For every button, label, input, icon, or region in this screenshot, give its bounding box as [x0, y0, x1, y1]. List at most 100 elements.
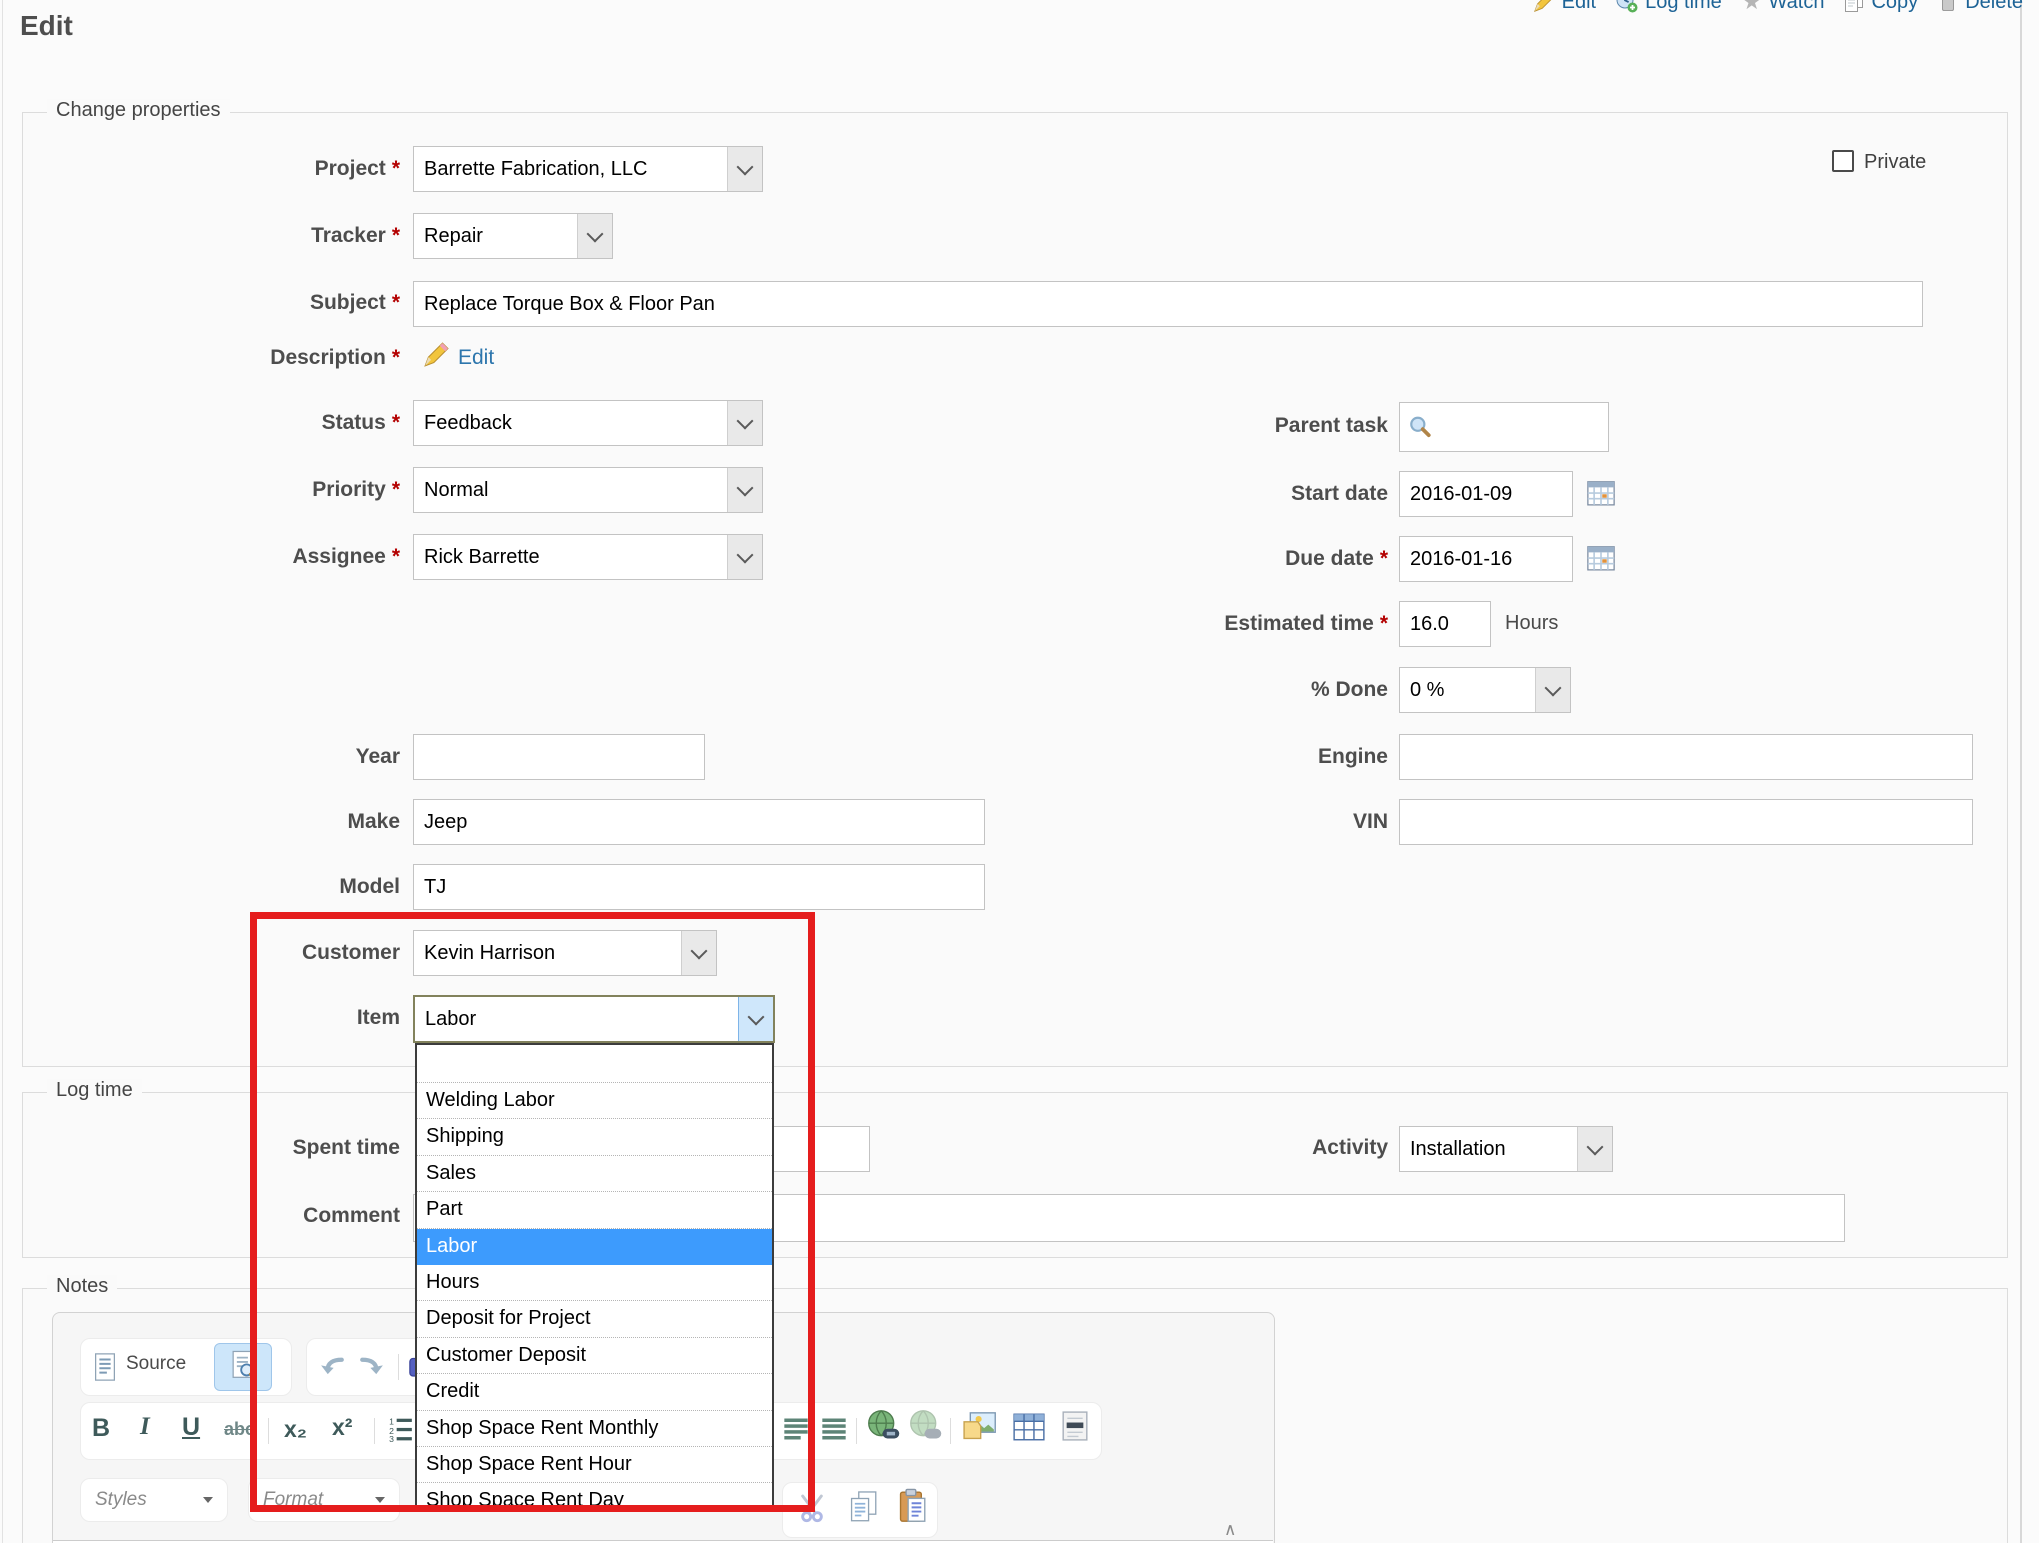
source-doc-icon: [92, 1352, 118, 1382]
item-option[interactable]: Shop Space Rent Hour: [417, 1447, 772, 1483]
italic-icon[interactable]: I: [140, 1413, 150, 1441]
cut-icon[interactable]: [796, 1492, 828, 1524]
item-option-selected[interactable]: Labor: [417, 1229, 772, 1265]
strikethrough-icon[interactable]: abc: [224, 1419, 255, 1440]
private-checkbox[interactable]: [1832, 150, 1854, 172]
required-asterisk: *: [1380, 612, 1388, 635]
justify-icon[interactable]: [782, 1416, 810, 1442]
item-select[interactable]: Labor: [413, 995, 775, 1043]
preview-button[interactable]: [214, 1343, 272, 1391]
required-asterisk: *: [392, 411, 400, 434]
unlink-icon[interactable]: [908, 1408, 944, 1444]
subject-input[interactable]: Replace Torque Box & Floor Pan: [413, 281, 1923, 327]
comment-label: Comment: [120, 1203, 400, 1229]
percent-done-select[interactable]: 0 %: [1399, 667, 1571, 713]
engine-input[interactable]: [1399, 734, 1973, 780]
required-asterisk: *: [392, 478, 400, 501]
chevron-down-icon: [1535, 668, 1570, 712]
link-icon[interactable]: [866, 1408, 902, 1444]
clock-plus-icon: [1616, 0, 1638, 13]
pencil-icon: [423, 342, 449, 368]
copy-action-link[interactable]: Copy: [1844, 0, 1918, 14]
numbered-list-icon[interactable]: 123: [388, 1416, 414, 1442]
calendar-icon[interactable]: [1586, 543, 1616, 573]
project-select[interactable]: Barrette Fabrication, LLC: [413, 146, 763, 192]
item-option[interactable]: Shop Space Rent Day: [417, 1483, 772, 1518]
assignee-select[interactable]: Rick Barrette: [413, 534, 763, 580]
item-option[interactable]: Sales: [417, 1156, 772, 1192]
chevron-down-icon: [1577, 1127, 1612, 1171]
watch-action-link[interactable]: ★ Watch: [1742, 0, 1825, 15]
engine-label: Engine: [1088, 744, 1388, 770]
required-asterisk: *: [392, 545, 400, 568]
item-label: Item: [120, 1005, 400, 1031]
activity-select[interactable]: Installation: [1399, 1126, 1613, 1172]
item-option[interactable]: Customer Deposit: [417, 1338, 772, 1374]
superscript-icon[interactable]: x²: [332, 1414, 352, 1441]
chevron-down-icon: [727, 401, 762, 445]
required-asterisk: *: [392, 291, 400, 314]
paste-icon[interactable]: [896, 1488, 930, 1524]
item-option[interactable]: Credit: [417, 1374, 772, 1410]
source-button[interactable]: Source: [126, 1353, 186, 1375]
project-label: Project*: [120, 156, 400, 182]
bold-icon[interactable]: B: [92, 1414, 110, 1443]
vin-input[interactable]: [1399, 799, 1973, 845]
item-option[interactable]: Part: [417, 1192, 772, 1228]
svg-text:3: 3: [389, 1434, 394, 1442]
subscript-icon[interactable]: x₂: [284, 1416, 307, 1443]
chevron-down-icon: [681, 931, 716, 975]
underline-icon[interactable]: U: [182, 1413, 200, 1442]
make-input[interactable]: Jeep: [413, 799, 985, 845]
issue-edit-page: Edit Log time ★ Watch Copy Delete Edit C…: [0, 0, 2039, 1543]
styles-dropdown[interactable]: Styles: [80, 1478, 228, 1522]
vin-label: VIN: [1088, 809, 1388, 835]
required-asterisk: *: [392, 157, 400, 180]
scroll-up-icon[interactable]: ∧: [1224, 1520, 1236, 1540]
private-label: Private: [1864, 151, 1926, 174]
trash-icon: [1938, 0, 1958, 13]
customer-select[interactable]: Kevin Harrison: [413, 930, 717, 976]
description-label: Description*: [120, 345, 400, 371]
preview-icon: [229, 1349, 257, 1386]
required-asterisk: *: [392, 224, 400, 247]
edit-action-link[interactable]: Edit: [1533, 0, 1596, 14]
spent-time-label: Spent time: [120, 1135, 400, 1161]
table-icon[interactable]: [1012, 1412, 1046, 1442]
change-properties-legend: Change properties: [47, 99, 230, 122]
log-time-action-link[interactable]: Log time: [1616, 0, 1722, 14]
undo-icon[interactable]: [318, 1353, 348, 1379]
tracker-select[interactable]: Repair: [413, 213, 613, 259]
make-label: Make: [120, 809, 400, 835]
item-option[interactable]: Shipping: [417, 1119, 772, 1155]
model-input[interactable]: TJ: [413, 864, 985, 910]
customer-label: Customer: [120, 940, 400, 966]
item-option[interactable]: Deposit for Project: [417, 1301, 772, 1337]
description-edit-link[interactable]: Edit: [458, 346, 494, 370]
horizontal-rule-icon[interactable]: [1060, 1410, 1090, 1442]
delete-action-link[interactable]: Delete: [1938, 0, 2023, 14]
calendar-icon[interactable]: [1586, 478, 1616, 508]
item-option[interactable]: Welding Labor: [417, 1083, 772, 1119]
chevron-down-icon: [727, 468, 762, 512]
start-date-input[interactable]: 2016-01-09: [1399, 471, 1573, 517]
percent-done-label: % Done: [1088, 677, 1388, 703]
chevron-down-icon: [727, 535, 762, 579]
model-label: Model: [120, 874, 400, 900]
format-dropdown[interactable]: Format: [248, 1478, 400, 1522]
required-asterisk: *: [392, 346, 400, 369]
estimated-time-input[interactable]: 16.0: [1399, 601, 1491, 647]
assignee-label: Assignee*: [120, 544, 400, 570]
due-date-input[interactable]: 2016-01-16: [1399, 536, 1573, 582]
status-select[interactable]: Feedback: [413, 400, 763, 446]
parent-task-input[interactable]: [1399, 402, 1609, 452]
priority-select[interactable]: Normal: [413, 467, 763, 513]
justify-block-icon[interactable]: [820, 1416, 848, 1442]
item-option[interactable]: Hours: [417, 1265, 772, 1301]
image-icon[interactable]: [962, 1410, 998, 1442]
copy-pages-icon[interactable]: [848, 1490, 880, 1524]
item-option[interactable]: Shop Space Rent Monthly: [417, 1411, 772, 1447]
redo-icon[interactable]: [356, 1353, 386, 1379]
item-option[interactable]: [417, 1045, 772, 1083]
year-input[interactable]: [413, 734, 705, 780]
